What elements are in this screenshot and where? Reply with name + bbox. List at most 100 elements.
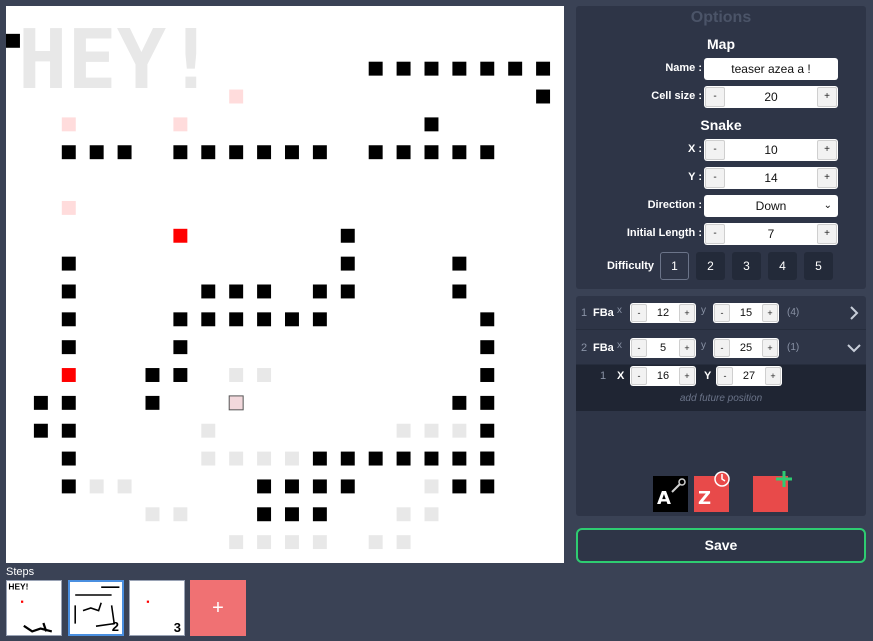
- wall-cell: [285, 145, 299, 160]
- fruit-x-value[interactable]: 12: [647, 303, 679, 323]
- wall-cell: [173, 368, 188, 382]
- tool-add-button[interactable]: [753, 471, 792, 512]
- chevron-right-icon[interactable]: [846, 305, 862, 321]
- fruit-x-decrement-button[interactable]: -: [631, 339, 647, 357]
- future-x-stepper[interactable]: - 16 +: [630, 366, 696, 386]
- map-grid[interactable]: HEY!: [6, 6, 564, 563]
- fruit-y-decrement-button[interactable]: -: [714, 339, 730, 357]
- wall-cell: [61, 479, 76, 494]
- options-title: Options: [690, 9, 752, 26]
- past-food-cell: [61, 117, 76, 132]
- wall-cell: [452, 256, 467, 271]
- future-x-decrement-button[interactable]: -: [631, 367, 647, 385]
- fruit-y-stepper[interactable]: - 15 +: [713, 303, 779, 323]
- snake-y-stepper[interactable]: - 14 +: [704, 167, 838, 189]
- fruit-y-stepper[interactable]: - 25 +: [713, 338, 779, 358]
- fruit-y-increment-button[interactable]: +: [762, 339, 778, 357]
- wall-cell: [312, 284, 327, 299]
- cell-size-increment-button[interactable]: +: [817, 87, 837, 107]
- fruit-row[interactable]: 2 FBa x - 5 + y - 25 + (1): [576, 331, 866, 365]
- fruit-x-decrement-button[interactable]: -: [631, 304, 647, 322]
- cell-size-decrement-button[interactable]: -: [705, 87, 725, 107]
- add-step-button[interactable]: +: [190, 580, 246, 636]
- snake-x-stepper[interactable]: - 10 +: [704, 139, 838, 161]
- initial-length-label: Initial Length :: [626, 227, 702, 239]
- snake-section-title: Snake: [700, 117, 742, 133]
- fruit-y-decrement-button[interactable]: -: [714, 304, 730, 322]
- initial-length-stepper[interactable]: - 7 +: [704, 223, 838, 245]
- wall-cell: [61, 284, 76, 299]
- wall-cell: [33, 423, 48, 438]
- future-y-decrement-button[interactable]: -: [717, 367, 733, 385]
- map-name-input[interactable]: teaser azea a !: [704, 58, 838, 80]
- fruit-x-stepper[interactable]: - 12 +: [630, 303, 696, 323]
- length-decrement-button[interactable]: -: [705, 224, 725, 244]
- fruit-y-value[interactable]: 15: [730, 303, 762, 323]
- wall-cell: [173, 312, 188, 327]
- wall-cell: [452, 61, 467, 76]
- step-thumbnail-3[interactable]: 3: [129, 580, 185, 636]
- difficulty-button-2[interactable]: 2: [696, 252, 725, 280]
- snake-y-increment-button[interactable]: +: [817, 168, 837, 188]
- future-food-cell: [228, 395, 244, 411]
- wall-cell: [201, 312, 216, 327]
- chevron-down-icon[interactable]: [846, 340, 862, 356]
- future-x-value[interactable]: 16: [647, 366, 679, 386]
- future-x-increment-button[interactable]: +: [679, 367, 695, 385]
- tool-a-paint-button[interactable]: A: [653, 476, 688, 512]
- difficulty-button-3[interactable]: 3: [732, 252, 761, 280]
- wall-cell: [424, 117, 439, 132]
- snake-y-decrement-button[interactable]: -: [705, 168, 725, 188]
- wall-cell: [145, 395, 160, 410]
- fruit-x-increment-button[interactable]: +: [679, 339, 695, 357]
- tool-z-timed-button[interactable]: Z: [694, 471, 730, 512]
- difficulty-button-4[interactable]: 4: [768, 252, 797, 280]
- fruit-x-stepper[interactable]: - 5 +: [630, 338, 696, 358]
- difficulty-button-5[interactable]: 5: [804, 252, 833, 280]
- direction-label: Direction :: [647, 199, 702, 211]
- add-future-position-button[interactable]: add future position: [576, 387, 866, 411]
- future-y-increment-button[interactable]: +: [765, 367, 781, 385]
- wall-cell: [452, 145, 467, 160]
- fruit-x-increment-button[interactable]: +: [679, 304, 695, 322]
- wall-cell: [6, 33, 20, 48]
- future-y-stepper[interactable]: - 27 +: [716, 366, 782, 386]
- wall-cell: [312, 312, 327, 327]
- wall-cell: [452, 451, 467, 466]
- snake-x-decrement-button[interactable]: -: [705, 140, 725, 160]
- fruit-y-increment-button[interactable]: +: [762, 304, 778, 322]
- step-number: 3: [173, 620, 181, 635]
- step-thumbnail-2[interactable]: 2: [68, 580, 124, 636]
- wall-cell: [61, 395, 76, 410]
- snake-x-value[interactable]: 10: [726, 139, 816, 161]
- wall-cell: [508, 61, 523, 76]
- cell-size-value[interactable]: 20: [726, 86, 816, 108]
- fruit-x-value[interactable]: 5: [647, 338, 679, 358]
- difficulty-button-1[interactable]: 1: [660, 252, 689, 280]
- plus-icon: [776, 471, 792, 487]
- wall-cell: [257, 312, 272, 327]
- map-canvas[interactable]: HEY!: [6, 6, 564, 563]
- wall-cell: [257, 145, 272, 160]
- save-button[interactable]: Save: [576, 528, 866, 563]
- wall-cell: [173, 145, 188, 160]
- wall-cell: [285, 479, 299, 494]
- wall-cell: [117, 145, 132, 160]
- ghost-cell: [452, 423, 467, 438]
- length-increment-button[interactable]: +: [817, 224, 837, 244]
- wall-cell: [312, 451, 327, 466]
- options-panel: Options Map Name : teaser azea a ! Cell …: [576, 6, 866, 289]
- future-y-value[interactable]: 27: [733, 366, 765, 386]
- direction-value: Down: [755, 199, 787, 213]
- step-thumbnail-1[interactable]: HEY!: [6, 580, 62, 636]
- cell-size-stepper[interactable]: - 20 +: [704, 86, 838, 108]
- direction-select[interactable]: Down ⌄: [704, 195, 838, 217]
- snake-y-value[interactable]: 14: [726, 167, 816, 189]
- wall-cell: [480, 145, 495, 160]
- wall-cell: [396, 145, 411, 160]
- fruit-y-value[interactable]: 25: [730, 338, 762, 358]
- brush-icon: [671, 478, 686, 493]
- length-value[interactable]: 7: [726, 223, 816, 245]
- fruit-row[interactable]: 1 FBa x - 12 + y - 15 + (4): [576, 296, 866, 330]
- snake-x-increment-button[interactable]: +: [817, 140, 837, 160]
